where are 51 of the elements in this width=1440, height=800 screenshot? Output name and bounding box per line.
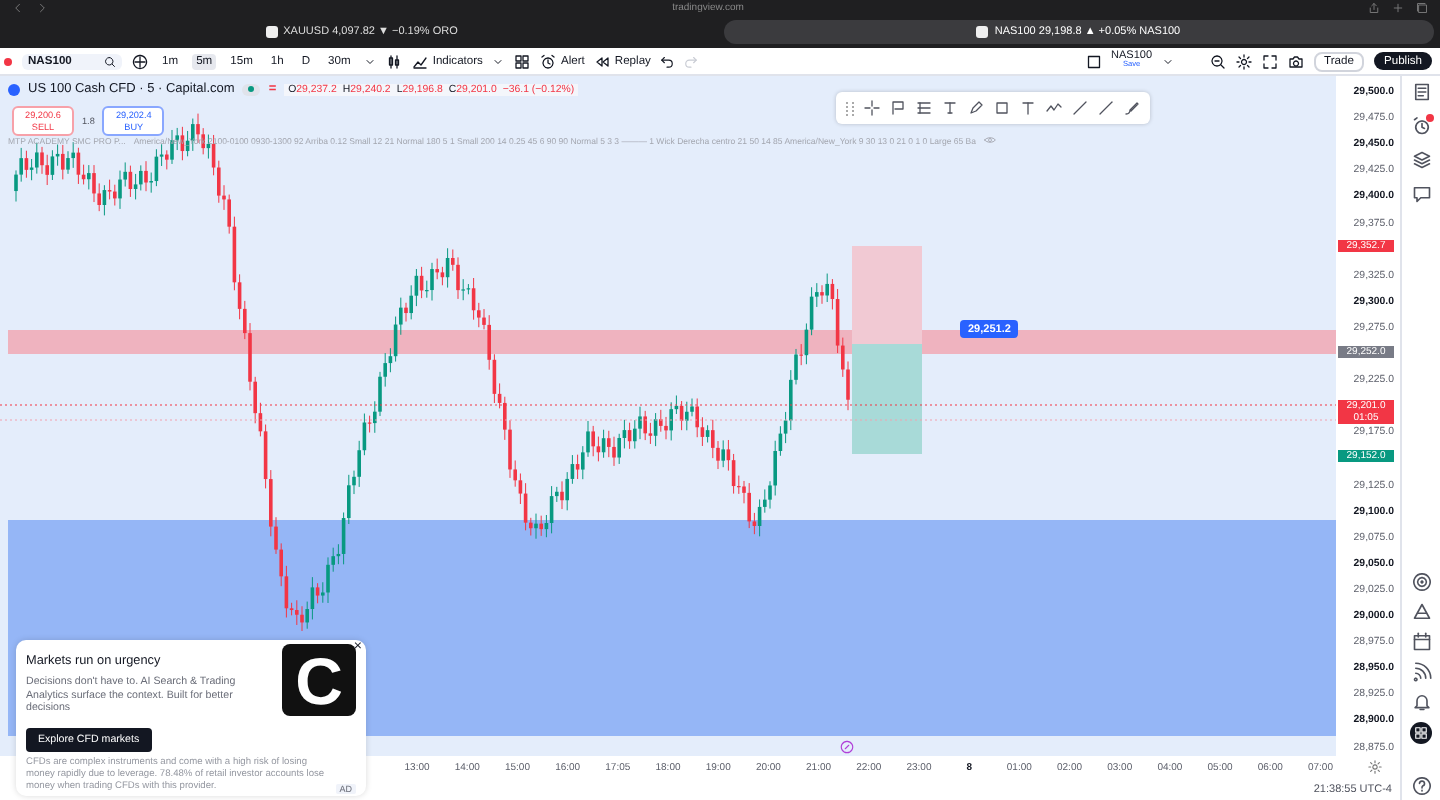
- plus-icon[interactable]: [1391, 2, 1404, 14]
- notification-dot: [4, 57, 12, 65]
- rectangle-icon[interactable]: [994, 100, 1010, 116]
- help-icon[interactable]: [1411, 776, 1431, 796]
- stop-loss-zone: [852, 246, 922, 344]
- square-icon[interactable]: [1085, 53, 1102, 69]
- pyramid-icon[interactable]: [1411, 602, 1431, 622]
- share-icon[interactable]: [1367, 2, 1380, 14]
- brush-icon[interactable]: [1124, 100, 1140, 116]
- calendar-icon[interactable]: [1411, 632, 1431, 652]
- chart-line-icon[interactable]: [412, 53, 429, 69]
- take-profit-zone: [852, 344, 922, 454]
- crosshair-icon[interactable]: [864, 100, 880, 116]
- search-icon[interactable]: [104, 55, 116, 67]
- line-icon[interactable]: [1098, 100, 1114, 116]
- lines-icon[interactable]: [916, 100, 932, 116]
- zigzag-icon[interactable]: [1046, 100, 1062, 116]
- drag-handle[interactable]: [846, 101, 854, 115]
- pencil-icon[interactable]: [968, 100, 984, 116]
- back-icon[interactable]: [12, 2, 24, 14]
- fullscreen-icon[interactable]: [1262, 53, 1279, 69]
- zoom-icon[interactable]: [1210, 53, 1227, 69]
- line-icon[interactable]: [1072, 100, 1088, 116]
- alarm-clock-icon[interactable]: [1411, 116, 1431, 136]
- layers-icon[interactable]: [1411, 150, 1431, 170]
- caret-icon[interactable]: [364, 55, 377, 67]
- alarm-clock-icon[interactable]: [540, 53, 557, 69]
- site-icon: [265, 26, 278, 38]
- event-icon[interactable]: [840, 740, 854, 754]
- list-icon[interactable]: [1411, 82, 1431, 102]
- bell-icon[interactable]: [1411, 692, 1431, 712]
- target-icon[interactable]: [1411, 572, 1431, 592]
- camera-icon[interactable]: [1288, 53, 1305, 69]
- caret-icon[interactable]: [1162, 55, 1175, 67]
- candlestick-icon[interactable]: [386, 53, 403, 69]
- brand-logo: C: [282, 644, 356, 716]
- grid-icon[interactable]: [514, 53, 531, 69]
- broadcast-icon[interactable]: [1411, 662, 1431, 682]
- text-icon[interactable]: [942, 100, 958, 116]
- notification-dot: [1425, 114, 1433, 122]
- undo-icon[interactable]: [660, 54, 675, 68]
- flag-icon[interactable]: [890, 100, 906, 116]
- chat-icon[interactable]: [1411, 184, 1431, 204]
- settings-icon[interactable]: [1236, 53, 1253, 69]
- text-icon[interactable]: [1020, 100, 1036, 116]
- add-symbol-icon[interactable]: [132, 53, 148, 69]
- rewind-icon[interactable]: [594, 53, 611, 69]
- forward-icon[interactable]: [36, 2, 48, 14]
- caret-icon[interactable]: [492, 55, 505, 67]
- tabs-icon[interactable]: [1415, 2, 1428, 14]
- site-icon: [976, 26, 989, 38]
